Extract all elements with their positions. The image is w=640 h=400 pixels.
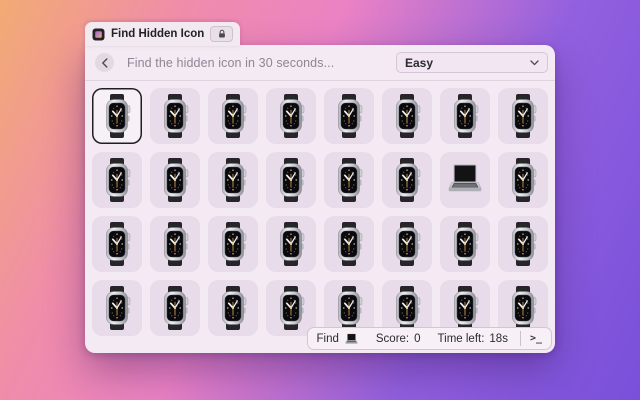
score-label: Score: — [376, 333, 409, 345]
watch-icon — [271, 222, 311, 266]
watch-icon — [155, 158, 195, 202]
watch-icon — [213, 286, 253, 330]
watch-icon — [329, 94, 369, 138]
grid-cell-watch[interactable] — [498, 152, 548, 208]
tab-title: Find Hidden Icon — [111, 28, 204, 40]
watch-icon — [387, 286, 427, 330]
lock-badge[interactable] — [210, 26, 233, 42]
watch-icon — [97, 158, 137, 202]
watch-icon — [213, 222, 253, 266]
game-prompt: Find the hidden icon in 30 seconds... — [127, 56, 334, 70]
grid-cell-watch[interactable] — [92, 280, 142, 336]
app-favicon-icon — [92, 28, 105, 41]
grid-cell-laptop[interactable] — [440, 152, 490, 208]
difficulty-select[interactable]: Easy — [396, 52, 548, 73]
watch-icon — [155, 286, 195, 330]
find-label: Find — [317, 333, 339, 345]
grid-cell-watch[interactable] — [150, 88, 200, 144]
terminal-icon[interactable]: >_ — [530, 333, 542, 344]
grid-cell-watch[interactable] — [208, 88, 258, 144]
watch-icon — [97, 94, 137, 138]
target-laptop-icon — [344, 331, 359, 346]
grid-cell-watch[interactable] — [266, 216, 316, 272]
watch-icon — [329, 222, 369, 266]
grid-cell-watch[interactable] — [266, 152, 316, 208]
game-window: Find the hidden icon in 30 seconds... Ea… — [85, 45, 555, 353]
watch-icon — [97, 286, 137, 330]
back-button[interactable] — [95, 53, 114, 72]
time-left-value: 18s — [489, 333, 508, 345]
watch-icon — [213, 158, 253, 202]
laptop-icon — [445, 158, 485, 202]
watch-icon — [387, 158, 427, 202]
grid-cell-watch[interactable] — [266, 280, 316, 336]
score-value: 0 — [414, 333, 420, 345]
watch-icon — [387, 94, 427, 138]
watch-icon — [271, 286, 311, 330]
chevron-down-icon — [530, 60, 539, 66]
watch-icon — [445, 286, 485, 330]
grid-cell-watch[interactable] — [150, 152, 200, 208]
window-tab[interactable]: Find Hidden Icon — [85, 22, 240, 46]
grid-cell-watch[interactable] — [150, 280, 200, 336]
grid-cell-watch[interactable] — [324, 152, 374, 208]
difficulty-value: Easy — [405, 56, 433, 70]
divider — [520, 331, 521, 346]
chevron-left-icon — [101, 58, 109, 68]
grid-cell-watch[interactable] — [324, 88, 374, 144]
grid-cell-watch[interactable] — [150, 216, 200, 272]
watch-icon — [445, 222, 485, 266]
icon-grid — [92, 88, 548, 336]
grid-cell-watch[interactable] — [92, 216, 142, 272]
grid-cell-watch[interactable] — [498, 216, 548, 272]
grid-cell-watch[interactable] — [92, 88, 142, 144]
watch-icon — [503, 94, 543, 138]
grid-cell-watch[interactable] — [382, 152, 432, 208]
watch-icon — [97, 222, 137, 266]
grid-cell-watch[interactable] — [92, 152, 142, 208]
laptop-icon — [344, 332, 359, 347]
lock-icon — [217, 29, 227, 39]
time-left-label: Time left: — [438, 333, 485, 345]
grid-cell-watch[interactable] — [208, 152, 258, 208]
grid-cell-watch[interactable] — [382, 88, 432, 144]
watch-icon — [445, 94, 485, 138]
window-header: Find the hidden icon in 30 seconds... Ea… — [85, 45, 555, 81]
watch-icon — [503, 158, 543, 202]
watch-icon — [329, 286, 369, 330]
watch-icon — [503, 286, 543, 330]
watch-icon — [387, 222, 427, 266]
watch-icon — [155, 94, 195, 138]
watch-icon — [329, 158, 369, 202]
watch-icon — [155, 222, 195, 266]
status-bar: Find Score: 0 Time left: 18s >_ — [307, 327, 552, 350]
watch-icon — [271, 158, 311, 202]
watch-icon — [271, 94, 311, 138]
grid-cell-watch[interactable] — [324, 216, 374, 272]
grid-cell-watch[interactable] — [498, 88, 548, 144]
watch-icon — [503, 222, 543, 266]
grid-cell-watch[interactable] — [208, 216, 258, 272]
watch-icon — [213, 94, 253, 138]
grid-cell-watch[interactable] — [440, 216, 490, 272]
grid-cell-watch[interactable] — [440, 88, 490, 144]
grid-cell-watch[interactable] — [208, 280, 258, 336]
grid-cell-watch[interactable] — [382, 216, 432, 272]
grid-cell-watch[interactable] — [266, 88, 316, 144]
